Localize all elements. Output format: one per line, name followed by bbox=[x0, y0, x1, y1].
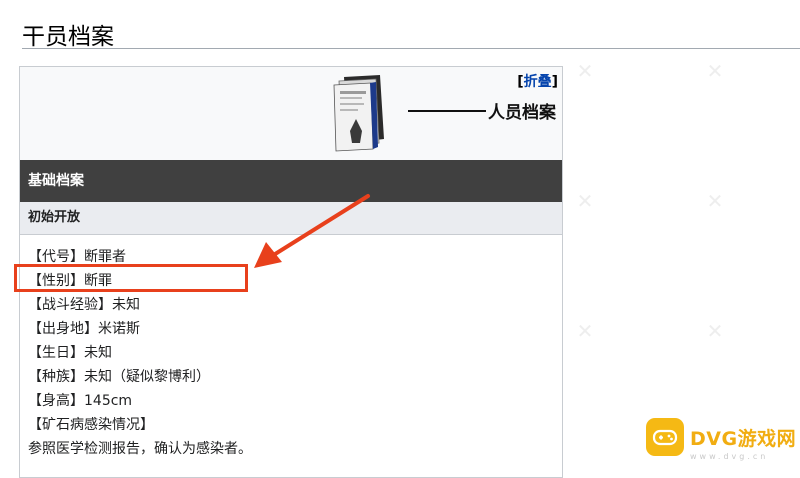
gender-highlight-box bbox=[14, 264, 248, 292]
section-divider bbox=[22, 48, 800, 49]
watermark-brand: DVG游戏网 bbox=[690, 427, 797, 450]
gamepad-icon bbox=[646, 418, 684, 456]
field-race: 【种族】未知（疑似黎博利） bbox=[28, 369, 210, 385]
collapse-toggle: [折叠] bbox=[517, 71, 558, 91]
field-height: 【身高】145cm bbox=[28, 393, 133, 409]
annotation-arrow-icon bbox=[254, 194, 370, 268]
field-infection-detail: 参照医学检测报告，确认为感染者。 bbox=[28, 441, 252, 457]
watermark-mark: ✕ bbox=[706, 319, 724, 343]
watermark-domain: www.dvg.cn bbox=[690, 452, 769, 461]
field-infection-status: 【矿石病感染情况】 bbox=[28, 417, 154, 433]
collapse-link[interactable]: 折叠 bbox=[524, 74, 552, 90]
watermark-mark: ✕ bbox=[576, 319, 594, 343]
watermark-mark: ✕ bbox=[706, 59, 724, 83]
watermark-mark: ✕ bbox=[576, 189, 594, 213]
collapse-bracket-close: ] bbox=[551, 74, 558, 90]
watermark-mark: ✕ bbox=[706, 189, 724, 213]
field-place-of-birth: 【出身地】米诺斯 bbox=[28, 321, 140, 337]
document-folder-icon bbox=[333, 75, 384, 152]
dossier-title-text: 人员档案 bbox=[488, 103, 556, 123]
title-dash-line bbox=[408, 109, 486, 112]
dossier-title: 人员档案 bbox=[408, 98, 556, 123]
field-birthday: 【生日】未知 bbox=[28, 345, 112, 361]
watermark-mark: ✕ bbox=[576, 59, 594, 83]
section-title: 干员档案 bbox=[22, 24, 114, 50]
field-combat-experience: 【战斗经验】未知 bbox=[28, 297, 140, 313]
site-watermark: DVG游戏网 www.dvg.cn bbox=[646, 418, 797, 461]
